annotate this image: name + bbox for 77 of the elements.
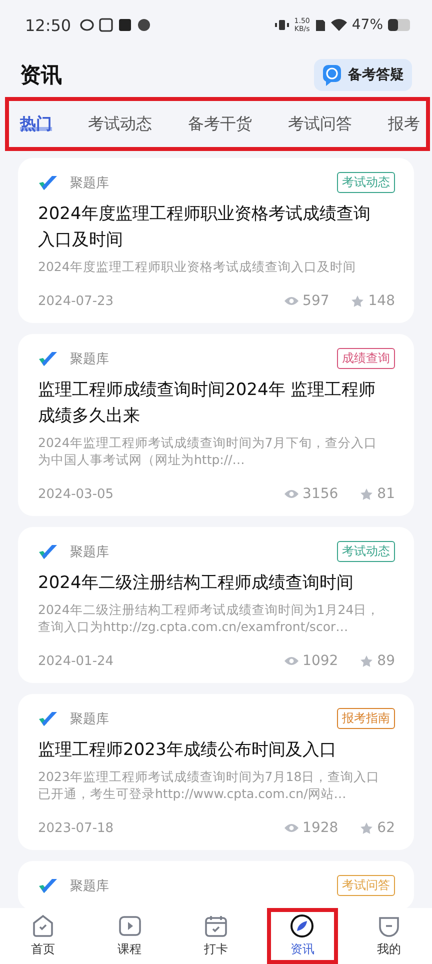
article-summary: 2024年二级注册结构工程师考试成绩查询时间为1月24日，查询入口为http://zg.cpta.com.cn/examfront/scor… bbox=[38, 601, 381, 635]
article-date: 2024-07-23 bbox=[38, 294, 114, 308]
notification-icon bbox=[118, 18, 132, 32]
category-tag: 考试问答 bbox=[337, 875, 395, 896]
exam-qa-button[interactable]: 备考答疑 bbox=[314, 59, 412, 91]
view-count: 3156 bbox=[302, 486, 338, 502]
eye-icon bbox=[284, 656, 299, 666]
article-title: 监理工程师2023年成绩公布时间及入口 bbox=[38, 739, 338, 762]
profile-icon bbox=[376, 914, 401, 938]
article-title: 监理工程师成绩查询时间2024年 监理工程师成绩多久出来 bbox=[38, 379, 377, 428]
nav-tab[interactable]: 课程 bbox=[86, 908, 173, 964]
category-tab[interactable]: 报考 bbox=[388, 114, 420, 134]
star-icon bbox=[360, 488, 374, 500]
article-date: 2023-07-18 bbox=[38, 820, 114, 836]
source-name: 聚题库 bbox=[70, 350, 109, 368]
chat-question-icon bbox=[322, 64, 342, 86]
notification-icon bbox=[137, 18, 152, 32]
source-name: 聚题库 bbox=[70, 544, 109, 560]
compass-icon bbox=[290, 914, 314, 938]
category-tab[interactable]: 热门 bbox=[20, 114, 52, 134]
source-name: 聚题库 bbox=[70, 878, 109, 894]
category-tab[interactable]: 考试动态 bbox=[88, 114, 152, 134]
article-card[interactable]: 聚题库 考试动态 2024年二级注册结构工程师成绩查询时间 2024年二级注册结构工程师考试成绩查询时间为1月24日，查询入口为http://zg.cpta.com.cn/examfront/scor… 2024-01-24 1092 89 bbox=[18, 527, 414, 683]
star-icon bbox=[360, 822, 374, 834]
article-date: 2024-01-24 bbox=[38, 654, 114, 668]
article-card[interactable]: 聚题库 考试问答 bbox=[18, 861, 414, 908]
favorite-count: 89 bbox=[377, 653, 395, 669]
sim-icon bbox=[314, 18, 326, 32]
article-summary: 2023年监理工程师考试成绩查询时间为7月18日，查询入口已开通，考生可登录http://www.cpta.com.cn/网站… bbox=[38, 768, 381, 802]
favorite-count: 148 bbox=[368, 293, 395, 309]
checkmark-logo-icon bbox=[38, 710, 58, 726]
article-date: 2024-03-05 bbox=[38, 486, 114, 502]
nav-tab[interactable]: 首页 bbox=[0, 908, 86, 964]
category-tag: 考试动态 bbox=[337, 172, 395, 193]
source-name: 聚题库 bbox=[70, 710, 109, 728]
notification-icon bbox=[80, 18, 94, 32]
article-summary: 2024年监理工程师考试成绩查询时间为7月下旬，查分入口为中国人事考试网（网址为http://… bbox=[38, 434, 378, 468]
wifi-icon bbox=[330, 19, 347, 31]
checkmark-logo-icon bbox=[38, 544, 58, 560]
battery-percent: 47% bbox=[352, 17, 383, 33]
eye-icon bbox=[284, 823, 299, 833]
nav-tab[interactable]: 我的 bbox=[346, 908, 432, 964]
star-icon bbox=[351, 294, 364, 308]
view-count: 1092 bbox=[302, 653, 338, 669]
article-card[interactable]: 聚题库 报考指南 监理工程师2023年成绩公布时间及入口 2023年监理工程师考试成绩查询时间为7月18日，查询入口已开通，考生可登录http://www.cpta.com.cn/网站… 2023-07-18 1928 62 bbox=[18, 694, 414, 850]
checkmark-logo-icon bbox=[38, 350, 58, 366]
vibrate-icon bbox=[275, 19, 290, 31]
view-count: 597 bbox=[302, 293, 330, 309]
category-tag: 考试动态 bbox=[337, 541, 395, 562]
article-summary: 2024年度监理工程师职业资格考试成绩查询入口及时间 bbox=[38, 258, 357, 275]
highlight-frame bbox=[267, 908, 338, 964]
calendar-icon bbox=[204, 914, 228, 938]
eye-icon bbox=[284, 489, 299, 499]
article-card[interactable]: 聚题库 成绩查询 监理工程师成绩查询时间2024年 监理工程师成绩多久出来 2024年监理工程师考试成绩查询时间为7月下旬，查分入口为中国人事考试网（网址为http://… 2024-03-05 3156 81 bbox=[18, 334, 414, 516]
battery-icon bbox=[388, 19, 410, 31]
article-title: 2024年度监理工程师职业资格考试成绩查询入口及时间 bbox=[38, 203, 372, 252]
view-count: 1928 bbox=[302, 820, 338, 836]
play-icon bbox=[118, 914, 142, 938]
favorite-count: 81 bbox=[377, 486, 395, 502]
notification-icon bbox=[99, 18, 114, 32]
nav-tab[interactable]: 资讯 bbox=[259, 908, 346, 964]
status-time: 12:50 bbox=[25, 16, 72, 34]
eye-icon bbox=[284, 296, 299, 306]
home-icon bbox=[31, 914, 56, 938]
checkmark-logo-icon bbox=[38, 174, 58, 190]
favorite-count: 62 bbox=[377, 820, 395, 836]
checkmark-logo-icon bbox=[38, 878, 58, 894]
source-name: 聚题库 bbox=[70, 174, 109, 192]
star-icon bbox=[360, 654, 374, 668]
page-title: 资讯 bbox=[20, 62, 62, 89]
nav-tab[interactable]: 打卡 bbox=[172, 908, 260, 964]
category-tag: 成绩查询 bbox=[337, 348, 395, 369]
article-title: 2024年二级注册结构工程师成绩查询时间 bbox=[38, 572, 354, 595]
article-card[interactable]: 聚题库 考试动态 2024年度监理工程师职业资格考试成绩查询入口及时间 2024年度监理工程师职业资格考试成绩查询入口及时间 2024-07-23 597 148 bbox=[18, 158, 414, 323]
category-tab[interactable]: 考试问答 bbox=[288, 114, 352, 134]
category-tag: 报考指南 bbox=[337, 708, 395, 729]
category-tab[interactable]: 备考干货 bbox=[188, 114, 252, 134]
